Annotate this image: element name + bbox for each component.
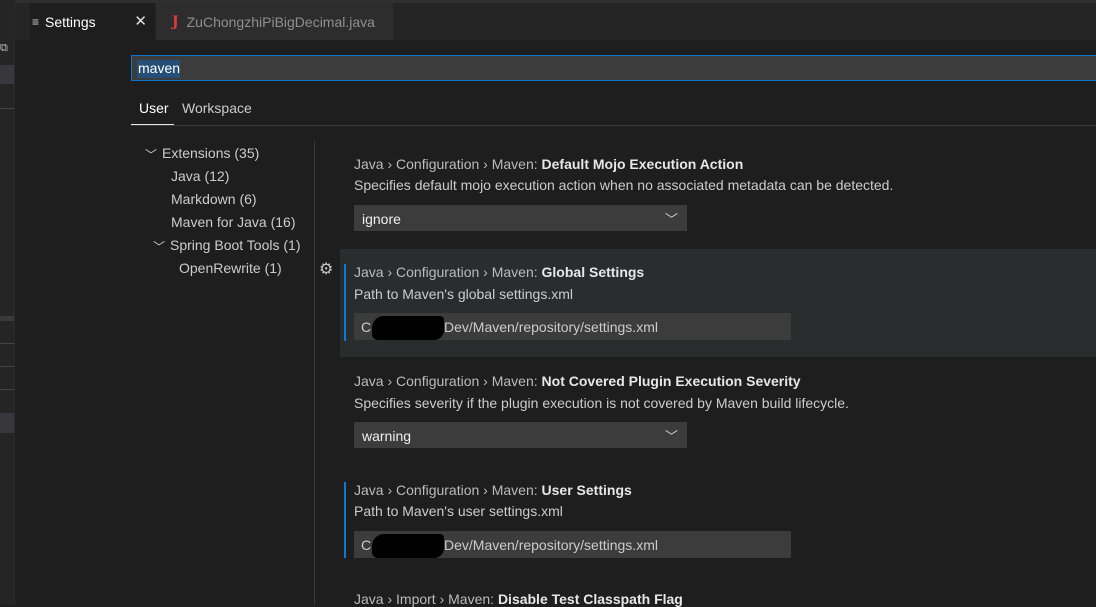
scope-divider bbox=[131, 125, 1096, 126]
setting-title: Java › Configuration › Maven: User Setti… bbox=[354, 482, 632, 498]
strip-divider bbox=[0, 343, 14, 344]
setting-key: Global Settings bbox=[541, 264, 645, 280]
tab-user[interactable]: User bbox=[139, 100, 169, 116]
global-settings-input[interactable]: C:/ Dev/Maven/repository/settings.xml bbox=[354, 313, 791, 340]
setting-category: Java › Configuration › Maven: bbox=[354, 156, 542, 172]
toc-item-extensions[interactable]: Extensions (35) bbox=[162, 145, 259, 161]
java-file-icon: J bbox=[172, 13, 179, 30]
tab-java-file[interactable]: J ZuChongzhiPiBigDecimal.java bbox=[155, 3, 393, 40]
copy-icon[interactable]: ⧉ bbox=[0, 42, 8, 55]
setting-category: Java › Configuration › Maven: bbox=[354, 373, 542, 389]
tab-bar: ≡ Settings ✕ J ZuChongzhiPiBigDecimal.ja… bbox=[15, 0, 1096, 40]
strip-divider bbox=[0, 389, 14, 390]
chevron-down-icon: ﹀ bbox=[664, 429, 678, 444]
dropdown-value: warning bbox=[362, 428, 412, 444]
strip-divider bbox=[0, 366, 14, 367]
tab-workspace[interactable]: Workspace bbox=[182, 100, 252, 116]
default-mojo-dropdown[interactable]: ignore ﹀ bbox=[354, 205, 687, 231]
redaction-mark bbox=[372, 534, 444, 558]
input-value-suffix: Dev/Maven/repository/settings.xml bbox=[444, 537, 658, 553]
gear-icon[interactable]: ⚙ bbox=[319, 259, 333, 279]
setting-description: Path to Maven's user settings.xml bbox=[354, 503, 563, 519]
setting-description: Specifies severity if the plugin executi… bbox=[354, 395, 849, 411]
strip-mark bbox=[0, 316, 14, 321]
close-icon[interactable]: ✕ bbox=[134, 12, 147, 30]
setting-key: Not Covered Plugin Execution Severity bbox=[541, 373, 801, 389]
setting-title: Java › Configuration › Maven: Default Mo… bbox=[354, 156, 743, 172]
toc-item-openrewrite[interactable]: OpenRewrite (1) bbox=[179, 260, 282, 276]
settings-search[interactable] bbox=[131, 55, 1096, 81]
setting-title: Java › Configuration › Maven: Global Set… bbox=[354, 264, 644, 280]
toc-item-spring-boot-tools[interactable]: Spring Boot Tools (1) bbox=[170, 237, 300, 253]
input-value-suffix: Dev/Maven/repository/settings.xml bbox=[444, 319, 658, 335]
modified-indicator bbox=[344, 264, 346, 341]
severity-dropdown[interactable]: warning ﹀ bbox=[354, 422, 687, 448]
setting-description: Path to Maven's global settings.xml bbox=[354, 286, 574, 302]
strip-divider bbox=[0, 108, 14, 109]
setting-category: Java › Configuration › Maven: bbox=[354, 264, 542, 280]
redaction-mark bbox=[372, 316, 444, 340]
toc-item-markdown[interactable]: Markdown (6) bbox=[171, 191, 257, 207]
chevron-down-icon: ﹀ bbox=[664, 212, 678, 227]
search-input[interactable] bbox=[132, 56, 1096, 80]
tab-settings[interactable]: ≡ Settings ✕ bbox=[30, 3, 155, 40]
toc-item-maven-for-java[interactable]: Maven for Java (16) bbox=[171, 214, 296, 230]
setting-description: Specifies default mojo execution action … bbox=[354, 177, 894, 193]
dropdown-value: ignore bbox=[362, 211, 401, 227]
setting-key: User Settings bbox=[541, 482, 632, 498]
strip-highlight bbox=[0, 65, 14, 84]
tab-label: Settings bbox=[45, 13, 96, 30]
user-settings-input[interactable]: C:/ Dev/Maven/repository/settings.xml bbox=[354, 531, 791, 558]
activity-strip: ⧉ bbox=[0, 0, 14, 605]
setting-category: Java › Configuration › Maven: bbox=[354, 482, 542, 498]
strip-highlight bbox=[0, 413, 14, 433]
chevron-down-icon[interactable]: ﹀ bbox=[145, 146, 157, 163]
chevron-down-icon[interactable]: ﹀ bbox=[153, 238, 165, 255]
toc-divider bbox=[314, 141, 315, 605]
setting-title: Java › Configuration › Maven: Not Covere… bbox=[354, 373, 801, 389]
setting-key: Default Mojo Execution Action bbox=[541, 156, 744, 172]
tab-label: ZuChongzhiPiBigDecimal.java bbox=[186, 13, 375, 30]
modified-indicator bbox=[344, 482, 346, 558]
toc-item-java[interactable]: Java (12) bbox=[171, 168, 229, 184]
settings-file-icon: ≡ bbox=[32, 14, 40, 29]
sidebar-divider bbox=[14, 0, 15, 605]
